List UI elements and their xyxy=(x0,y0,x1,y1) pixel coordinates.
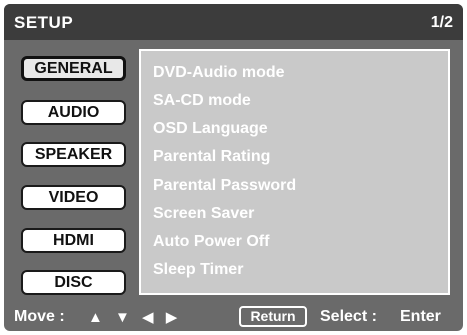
enter-label: Enter xyxy=(400,308,441,325)
select-label: Select : xyxy=(320,308,377,325)
move-label: Move : xyxy=(14,308,65,325)
page-title: SETUP xyxy=(14,13,74,32)
setup-screen: SETUP 1/2 GENERAL AUDIO SPEAKER VIDEO HD… xyxy=(4,4,463,331)
return-button[interactable]: Return xyxy=(239,306,307,327)
menu-item-osd-language[interactable]: OSD Language xyxy=(153,120,268,138)
menu-item-sleep-timer[interactable]: Sleep Timer xyxy=(153,261,243,279)
arrow-keys-icon: ▲ ▼ ◀ ▶ xyxy=(88,309,182,326)
footer-hint-bar: Move : ▲ ▼ ◀ ▶ Return Select : Enter xyxy=(4,303,463,331)
menu-item-auto-power-off[interactable]: Auto Power Off xyxy=(153,233,269,251)
title-bar: SETUP 1/2 xyxy=(4,4,463,40)
tab-audio[interactable]: AUDIO xyxy=(21,100,126,125)
menu-item-sacd-mode[interactable]: SA-CD mode xyxy=(153,92,251,110)
tab-disc[interactable]: DISC xyxy=(21,270,126,295)
menu-item-parental-rating[interactable]: Parental Rating xyxy=(153,148,270,166)
tab-hdmi[interactable]: HDMI xyxy=(21,228,126,253)
tab-speaker[interactable]: SPEAKER xyxy=(21,142,126,167)
menu-item-parental-password[interactable]: Parental Password xyxy=(153,177,296,195)
menu-item-screen-saver[interactable]: Screen Saver xyxy=(153,205,254,223)
page-indicator: 1/2 xyxy=(430,14,453,31)
menu-panel: DVD-Audio mode SA-CD mode OSD Language P… xyxy=(139,49,450,295)
menu-item-dvd-audio-mode[interactable]: DVD-Audio mode xyxy=(153,64,285,82)
tab-general[interactable]: GENERAL xyxy=(21,56,126,81)
tab-video[interactable]: VIDEO xyxy=(21,185,126,210)
